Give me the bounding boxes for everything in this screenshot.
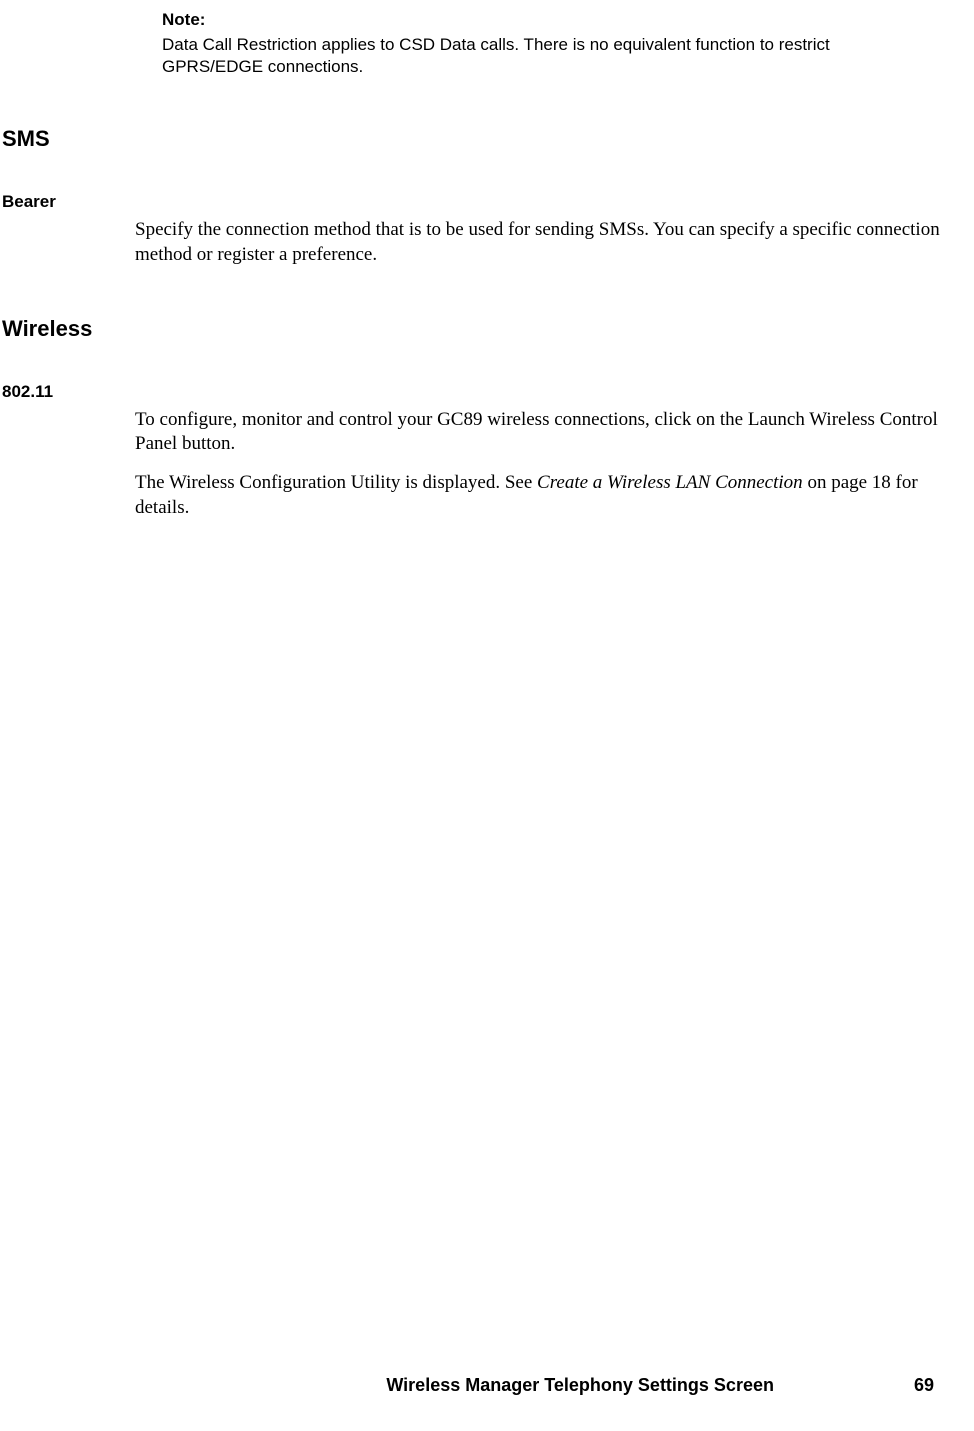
80211-para2: The Wireless Configuration Utility is di… — [135, 471, 946, 520]
section-sms: SMS Bearer Specify the connection method… — [0, 126, 974, 267]
note-label: Note: — [162, 10, 894, 30]
heading-sms: SMS — [2, 126, 974, 152]
heading-wireless: Wireless — [2, 316, 974, 342]
footer-title: Wireless Manager Telephony Settings Scre… — [386, 1375, 774, 1396]
para2-italic: Create a Wireless LAN Connection — [537, 472, 803, 493]
page-footer: Wireless Manager Telephony Settings Scre… — [0, 1375, 974, 1396]
section-wireless: Wireless 802.11 To configure, monitor an… — [0, 316, 974, 521]
bearer-text: Specify the connection method that is to… — [135, 218, 946, 267]
subheading-80211: 802.11 — [2, 382, 974, 402]
note-block: Note: Data Call Restriction applies to C… — [162, 10, 894, 78]
page-content: Note: Data Call Restriction applies to C… — [0, 0, 974, 520]
80211-para1: To configure, monitor and control your G… — [135, 408, 946, 457]
footer-page-number: 69 — [914, 1375, 934, 1396]
subheading-bearer: Bearer — [2, 192, 974, 212]
para2-pre: The Wireless Configuration Utility is di… — [135, 472, 537, 493]
note-text: Data Call Restriction applies to CSD Dat… — [162, 34, 894, 78]
